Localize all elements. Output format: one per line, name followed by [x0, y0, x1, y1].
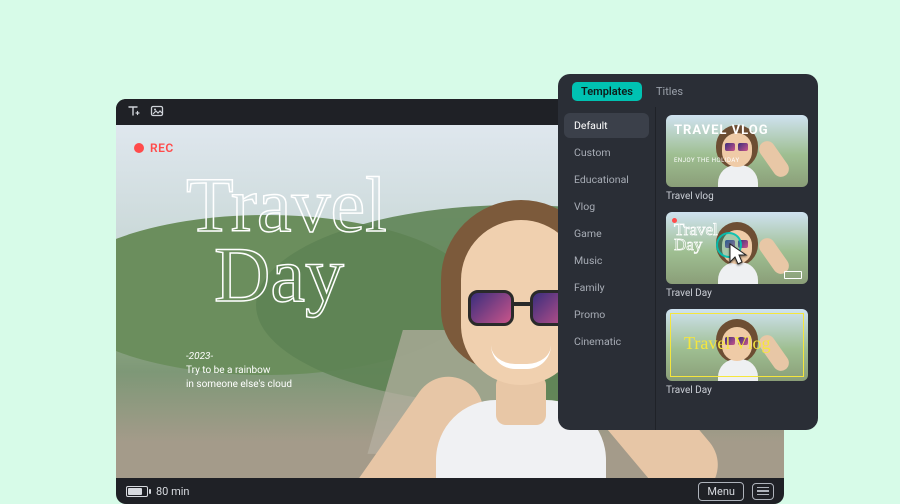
- title-overlay[interactable]: Travel Day: [186, 170, 387, 310]
- template-label: Travel Day: [666, 385, 808, 396]
- template-grid: TRAVEL VLOG ENJOY THE HOLIDAY Travel vlo…: [656, 107, 818, 430]
- template-thumbnail: Travel Vlog: [666, 309, 808, 381]
- template-overlay-text: TravelDay: [674, 222, 718, 253]
- cursor-icon: [728, 242, 750, 271]
- category-default[interactable]: Default: [564, 113, 649, 138]
- category-cinematic[interactable]: Cinematic: [564, 329, 649, 354]
- category-promo[interactable]: Promo: [564, 302, 649, 327]
- subtitle-line-1: Try to be a rainbow: [186, 364, 292, 378]
- template-label: Travel Day: [666, 288, 808, 299]
- category-list: Default Custom Educational Vlog Game Mus…: [558, 107, 656, 430]
- title-line-1: Travel: [186, 170, 387, 240]
- category-family[interactable]: Family: [564, 275, 649, 300]
- category-custom[interactable]: Custom: [564, 140, 649, 165]
- category-vlog[interactable]: Vlog: [564, 194, 649, 219]
- template-overlay-text: Travel Vlog: [684, 333, 771, 354]
- template-thumbnail: TravelDay: [666, 212, 808, 284]
- category-educational[interactable]: Educational: [564, 167, 649, 192]
- template-card[interactable]: Travel Vlog Travel Day: [666, 309, 808, 396]
- template-card[interactable]: TravelDay Travel Day: [666, 212, 808, 299]
- rec-indicator: REC: [134, 141, 174, 155]
- tab-titles[interactable]: Titles: [656, 85, 683, 98]
- list-view-button[interactable]: [752, 483, 774, 500]
- title-line-2: Day: [214, 240, 387, 310]
- subtitle-year: -2023-: [186, 350, 292, 364]
- template-label: Travel vlog: [666, 191, 808, 202]
- menu-button[interactable]: Menu: [698, 482, 744, 501]
- battery-icon: [126, 486, 148, 497]
- add-media-icon[interactable]: [150, 103, 164, 122]
- duration-label: 80 min: [156, 485, 190, 498]
- subtitle-line-2: in someone else's cloud: [186, 378, 292, 392]
- add-text-icon[interactable]: [126, 103, 140, 122]
- battery-icon: [784, 271, 802, 279]
- subtitle-overlay[interactable]: -2023- Try to be a rainbow in someone el…: [186, 350, 292, 392]
- template-card[interactable]: TRAVEL VLOG ENJOY THE HOLIDAY Travel vlo…: [666, 115, 808, 202]
- panel-tabs: Templates Titles: [558, 74, 818, 107]
- rec-dot-icon: [134, 143, 144, 153]
- rec-label: REC: [150, 141, 174, 155]
- category-music[interactable]: Music: [564, 248, 649, 273]
- category-game[interactable]: Game: [564, 221, 649, 246]
- template-overlay-text: TRAVEL VLOG: [674, 123, 769, 138]
- tab-templates[interactable]: Templates: [572, 82, 642, 101]
- template-thumbnail: TRAVEL VLOG ENJOY THE HOLIDAY: [666, 115, 808, 187]
- preview-bottombar: 80 min Menu: [116, 478, 784, 504]
- template-overlay-sub: ENJOY THE HOLIDAY: [674, 157, 740, 164]
- templates-panel: Templates Titles Default Custom Educatio…: [558, 74, 818, 430]
